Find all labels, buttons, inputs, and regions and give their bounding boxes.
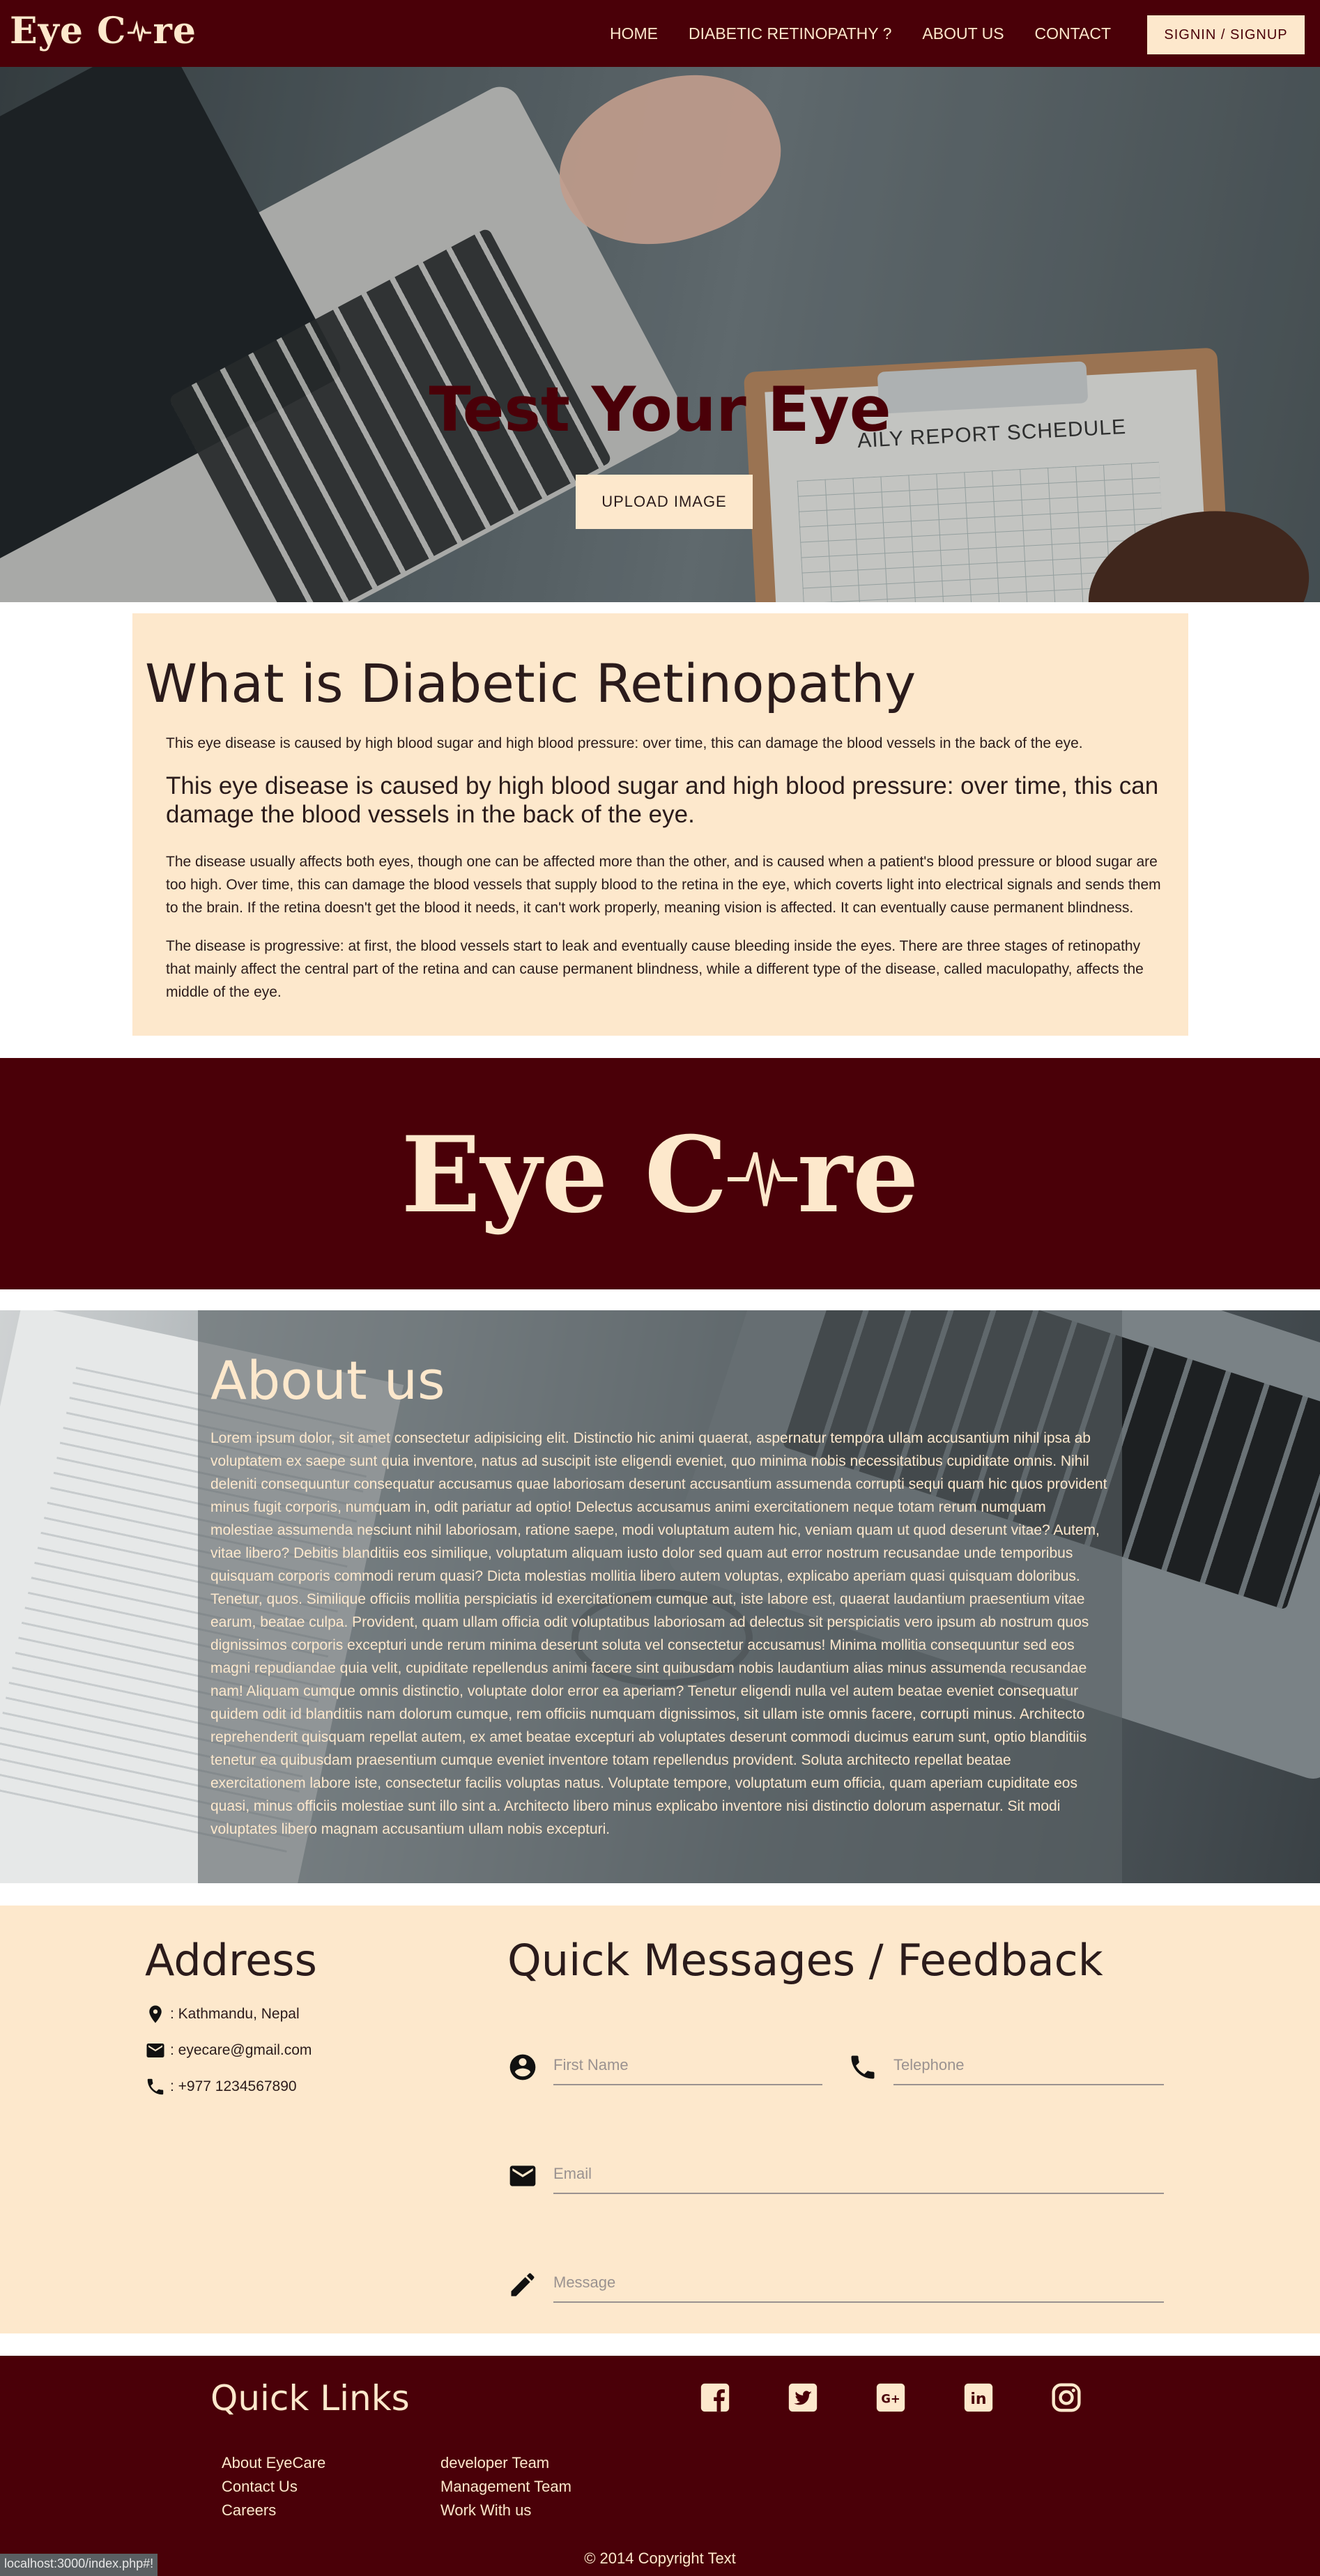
- footer-link-management-team[interactable]: Management Team: [440, 2477, 571, 2497]
- footer-link-work-with-us[interactable]: Work With us: [440, 2501, 571, 2520]
- footer-link-careers[interactable]: Careers: [222, 2501, 325, 2520]
- svg-text:in: in: [970, 2391, 986, 2408]
- upload-image-button[interactable]: UPLOAD IMAGE: [576, 475, 753, 529]
- social-links: G+ in: [700, 2382, 1082, 2413]
- footer-link-developer-team[interactable]: developer Team: [440, 2453, 571, 2473]
- quick-links-col-1: About EyeCare Contact Us Careers: [222, 2453, 325, 2520]
- footer-link-contact-us[interactable]: Contact Us: [222, 2477, 325, 2497]
- linkedin-link[interactable]: in: [963, 2382, 994, 2413]
- info-heading: What is Diabetic Retinopathy: [145, 652, 916, 714]
- facebook-link[interactable]: [700, 2382, 730, 2413]
- telephone-group: [847, 2046, 1164, 2085]
- email-group: [507, 2155, 1164, 2194]
- hero-section: AILY REPORT SCHEDULE Test Your Eye UPLOA…: [0, 67, 1320, 602]
- status-bar-url: localhost:3000/index.php#!: [0, 2554, 158, 2576]
- heartbeat-icon: [128, 20, 152, 41]
- twitter-icon: [788, 2383, 818, 2412]
- instagram-link[interactable]: [1051, 2382, 1082, 2413]
- brand-logo[interactable]: Eye C re: [10, 10, 197, 52]
- address-location: : Kathmandu, Nepal: [145, 2004, 317, 2025]
- google-plus-link[interactable]: G+: [875, 2382, 906, 2413]
- contact-section: Address : Kathmandu, Nepal : eyecare@gma…: [0, 1906, 1320, 2333]
- info-section: What is Diabetic Retinopathy This eye di…: [132, 613, 1188, 1036]
- about-section: About us Lorem ipsum dolor, sit amet con…: [0, 1310, 1320, 1883]
- heartbeat-icon: [728, 1152, 798, 1206]
- logo-band: Eye C re: [0, 1058, 1320, 1289]
- quick-links-heading: Quick Links: [210, 2378, 410, 2418]
- about-content: About us Lorem ipsum dolor, sit amet con…: [198, 1310, 1122, 1883]
- copyright: © 2014 Copyright Text: [584, 2550, 736, 2567]
- instagram-icon: [1052, 2383, 1081, 2412]
- info-body-1: The disease usually affects both eyes, t…: [166, 853, 1161, 916]
- pencil-icon: [511, 2273, 535, 2297]
- svg-text:G+: G+: [881, 2392, 900, 2405]
- hero-title: Test Your Eye: [429, 374, 891, 445]
- email-icon: [146, 2044, 164, 2057]
- nav-links: HOME DIABETIC RETINOPATHY ? ABOUT US CON…: [610, 0, 1111, 67]
- phone-icon: [851, 2055, 875, 2079]
- big-logo: Eye C re: [401, 1114, 919, 1236]
- about-text: Lorem ipsum dolor, sit amet consectetur …: [210, 1430, 1107, 1837]
- footer-link-about-eyecare[interactable]: About EyeCare: [222, 2453, 325, 2473]
- nav-home[interactable]: HOME: [610, 24, 658, 43]
- address-heading: Address: [145, 1935, 317, 1986]
- about-heading: About us: [210, 1349, 445, 1411]
- message-group: [507, 2264, 1164, 2303]
- email-input[interactable]: [553, 2155, 1164, 2194]
- google-plus-icon: G+: [876, 2383, 905, 2412]
- address-phone: : +977 1234567890: [145, 2076, 317, 2097]
- nav-about-us[interactable]: ABOUT US: [922, 24, 1004, 43]
- first-name-group: [507, 2046, 822, 2085]
- signin-signup-button[interactable]: SIGNIN / SIGNUP: [1147, 15, 1305, 54]
- location-pin-icon: [149, 2005, 162, 2023]
- phone-icon: [147, 2078, 164, 2095]
- address-email: : eyecare@gmail.com: [145, 2040, 317, 2061]
- info-intro-large: This eye disease is caused by high blood…: [166, 772, 1159, 829]
- address-block: Address : Kathmandu, Nepal : eyecare@gma…: [145, 1935, 317, 2097]
- linkedin-icon: in: [964, 2383, 993, 2412]
- message-input[interactable]: [553, 2264, 1164, 2303]
- nav-diabetic-retinopathy[interactable]: DIABETIC RETINOPATHY ?: [689, 24, 891, 43]
- info-intro-small: This eye disease is caused by high blood…: [166, 735, 1083, 751]
- nav-contact[interactable]: CONTACT: [1035, 24, 1111, 43]
- info-body-2: The disease is progressive: at first, th…: [166, 937, 1144, 1000]
- navbar: Eye C re HOME DIABETIC RETINOPATHY ? ABO…: [0, 0, 1320, 67]
- twitter-link[interactable]: [788, 2382, 818, 2413]
- feedback-form: Quick Messages / Feedback: [507, 1935, 1167, 2303]
- quick-links-col-2: developer Team Management Team Work With…: [440, 2453, 571, 2520]
- telephone-input[interactable]: [893, 2046, 1164, 2085]
- feedback-heading: Quick Messages / Feedback: [507, 1935, 1103, 1986]
- email-icon: [509, 2165, 536, 2186]
- footer: Quick Links About EyeCare Contact Us Car…: [0, 2356, 1320, 2576]
- facebook-icon: [700, 2383, 730, 2412]
- first-name-input[interactable]: [553, 2046, 822, 2085]
- account-circle-icon: [509, 2054, 536, 2080]
